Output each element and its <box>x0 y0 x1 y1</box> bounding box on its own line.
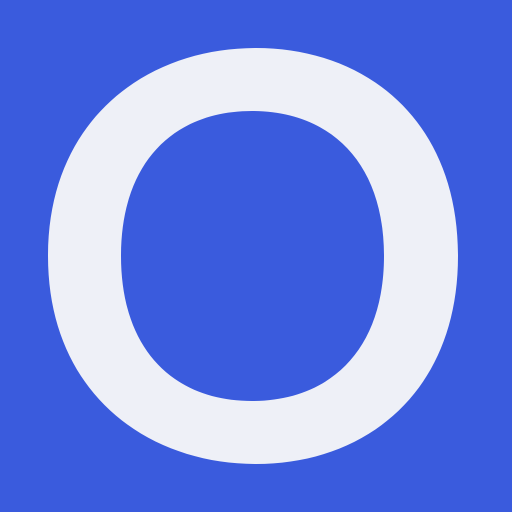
app-icon-tile <box>0 0 512 512</box>
letter-o-logo-icon <box>0 0 512 512</box>
